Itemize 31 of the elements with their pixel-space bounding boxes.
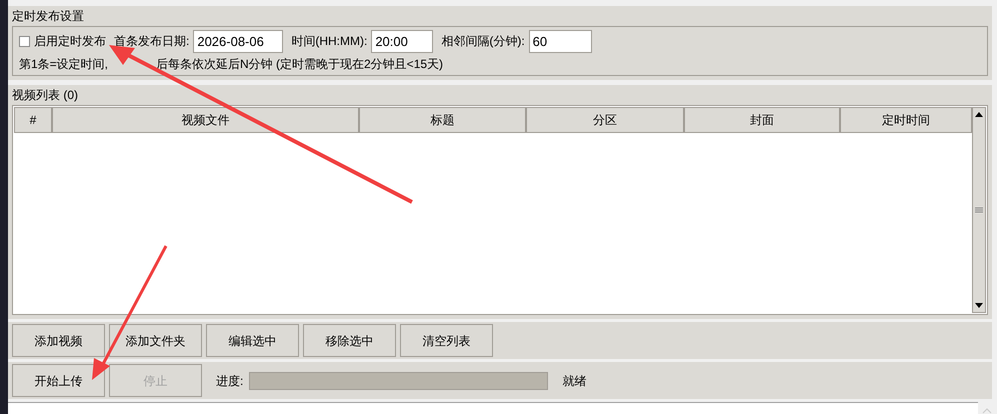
hint-text: 第1条=设定时间, <box>19 56 108 73</box>
action-button[interactable]: 清空列表 <box>400 324 493 357</box>
field-label: 首条发布日期: <box>114 33 190 50</box>
scrollbar[interactable] <box>972 107 986 313</box>
action-button[interactable]: 添加视频 <box>12 324 105 357</box>
section-title: 定时发布设置 <box>12 8 85 25</box>
checkbox-label: 启用定时发布 <box>34 33 106 50</box>
status-text: 就绪 <box>562 372 586 390</box>
field-label: 时间(HH:MM): <box>291 33 368 50</box>
down-arrow-icon <box>975 303 983 308</box>
input-field[interactable]: 20:00 <box>371 30 434 52</box>
action-button[interactable]: 添加文件夹 <box>109 324 202 357</box>
field-label: 相邻间隔(分钟): <box>441 33 525 50</box>
up-chevron-icon <box>982 408 992 414</box>
progress-label: 进度: <box>216 372 244 390</box>
action-button[interactable]: 编辑选中 <box>206 324 299 357</box>
up-arrow-icon <box>975 112 983 117</box>
input-field[interactable]: 2026-08-06 <box>193 30 284 52</box>
checkbox[interactable] <box>19 36 30 46</box>
grip-icon <box>975 206 983 214</box>
column-header[interactable]: 分区 <box>526 107 684 133</box>
column-header[interactable]: # <box>14 107 52 133</box>
section-title: 视频列表 (0) <box>12 87 79 104</box>
action-button[interactable]: 开始上传 <box>12 364 105 397</box>
column-header[interactable]: 定时时间 <box>840 107 972 133</box>
column-header[interactable]: 封面 <box>684 107 840 133</box>
input-field[interactable]: 60 <box>528 30 592 52</box>
column-header[interactable]: 视频文件 <box>52 107 359 133</box>
action-button[interactable]: 移除选中 <box>303 324 396 357</box>
hint-text: 后每条依次延后N分钟 (定时需晚于现在2分钟且<15天) <box>156 56 444 73</box>
column-header[interactable]: 标题 <box>359 107 526 133</box>
